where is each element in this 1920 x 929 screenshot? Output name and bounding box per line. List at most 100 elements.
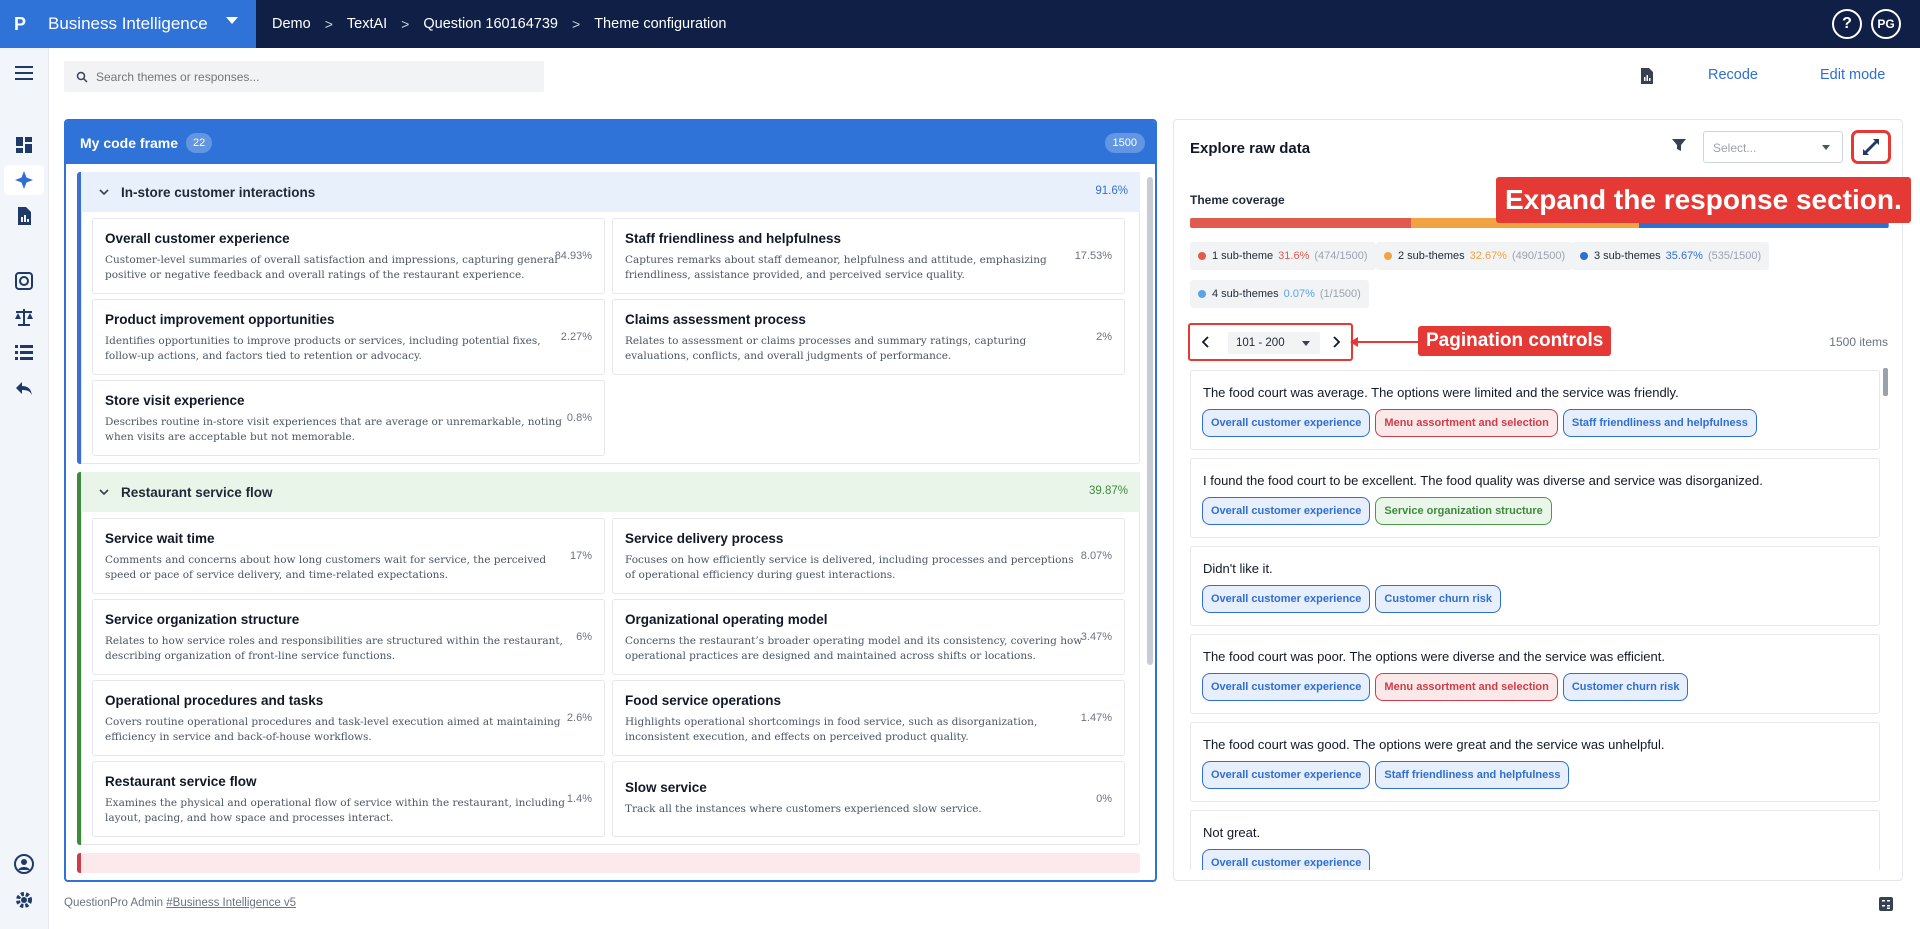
- chevron-left-icon[interactable]: [1200, 336, 1212, 348]
- response-tags: Overall customer experience: [1202, 849, 1375, 870]
- calculator-icon[interactable]: [1878, 896, 1894, 912]
- coverage-legend-chip[interactable]: 1 sub-theme 31.6% (474/1500): [1190, 242, 1376, 270]
- coverage-legend-chip[interactable]: 3 sub-themes 35.67% (535/1500): [1572, 242, 1770, 270]
- dashboard-icon[interactable]: [13, 134, 35, 156]
- coverage-legend-chip[interactable]: 2 sub-themes 32.67% (490/1500): [1376, 242, 1574, 270]
- theme-coverage-label: Theme coverage: [1190, 193, 1285, 207]
- sub-theme-card[interactable]: Operational procedures and tasks Covers r…: [92, 680, 605, 756]
- response-card[interactable]: The food court was poor. The options wer…: [1190, 634, 1880, 714]
- sub-theme-card[interactable]: Food service operations Highlights operat…: [612, 680, 1125, 756]
- sub-theme-card[interactable]: Service organization structure Relates to…: [92, 599, 605, 675]
- legend-dot: [1198, 290, 1206, 298]
- sub-theme-card[interactable]: Store visit experience Describes routine …: [92, 380, 605, 456]
- expand-button[interactable]: [1851, 130, 1891, 164]
- app-switcher[interactable]: P Business Intelligence: [0, 0, 256, 48]
- sub-theme-card[interactable]: Staff friendliness and helpfulness Captur…: [612, 218, 1125, 294]
- theme-group-title: Restaurant service flow: [121, 484, 273, 500]
- theme-tag[interactable]: Overall customer experience: [1202, 409, 1371, 437]
- caret-down-icon: [226, 17, 238, 24]
- user-avatar[interactable]: PG: [1871, 9, 1901, 39]
- theme-tag[interactable]: Menu assortment and selection: [1375, 673, 1558, 701]
- response-card[interactable]: Didn't like it. Overall customer experien…: [1190, 546, 1880, 626]
- sub-theme-title: Claims assessment process: [625, 312, 806, 327]
- chevron-right-icon: >: [401, 16, 410, 32]
- top-bar: P Business Intelligence Demo > TextAI > …: [0, 0, 1920, 48]
- legend-name: 1 sub-theme: [1212, 250, 1274, 262]
- legend-dot: [1580, 252, 1588, 260]
- code-frame-title: My code frame: [80, 134, 179, 151]
- theme-tag[interactable]: Overall customer experience: [1202, 849, 1371, 870]
- export-report-icon[interactable]: [1638, 67, 1656, 85]
- legend-fraction: (490/1500): [1511, 250, 1566, 262]
- filter-icon[interactable]: [1671, 137, 1687, 153]
- sub-theme-title: Service delivery process: [625, 531, 784, 546]
- theme-tag[interactable]: Overall customer experience: [1202, 585, 1371, 613]
- sub-theme-card[interactable]: Service wait time Comments and concerns a…: [92, 518, 605, 594]
- sub-theme-card[interactable]: Product improvement opportunities Identif…: [92, 299, 605, 375]
- response-card[interactable]: The food court was good. The options wer…: [1190, 722, 1880, 802]
- code-frame-scrollbar[interactable]: [1147, 177, 1153, 665]
- sub-theme-pct: 8.07%: [1080, 550, 1112, 562]
- response-card[interactable]: I found the food court to be excellent. …: [1190, 458, 1880, 538]
- response-text: Didn't like it.: [1203, 561, 1273, 576]
- sub-theme-card[interactable]: Organizational operating model Concerns t…: [612, 599, 1125, 675]
- reply-icon[interactable]: [13, 377, 35, 399]
- page-range-select[interactable]: 101 - 200: [1228, 332, 1320, 354]
- balance-scale-icon[interactable]: [13, 306, 35, 328]
- sub-theme-card[interactable]: Service delivery process Focuses on how e…: [612, 518, 1125, 594]
- coverage-legend-chip[interactable]: 4 sub-themes 0.07% (1/1500): [1190, 280, 1369, 308]
- sub-theme-card[interactable]: Slow service Track all the instances wher…: [612, 761, 1125, 837]
- edit-mode-button[interactable]: Edit mode: [1820, 67, 1885, 83]
- response-card[interactable]: The food court was average. The options …: [1190, 370, 1880, 450]
- theme-select[interactable]: Select...: [1703, 131, 1843, 163]
- response-list-scrollbar[interactable]: [1883, 368, 1888, 396]
- theme-tag[interactable]: Customer churn risk: [1375, 585, 1502, 613]
- sub-theme-title: Slow service: [625, 780, 707, 795]
- legend-fraction: (535/1500): [1707, 250, 1762, 262]
- theme-tag[interactable]: Staff friendliness and helpfulness: [1375, 761, 1570, 789]
- sub-theme-description: Concerns the restaurant’s broader operat…: [625, 635, 1083, 662]
- sub-theme-title: Store visit experience: [105, 393, 245, 408]
- recode-button[interactable]: Recode: [1708, 67, 1758, 83]
- response-text: The food court was good. The options wer…: [1203, 737, 1665, 752]
- textai-sparkle-icon[interactable]: [13, 169, 35, 191]
- hamburger-menu-icon[interactable]: [13, 62, 35, 84]
- response-card[interactable]: Not great. Overall customer experience: [1190, 810, 1880, 870]
- explore-raw-data-panel: Explore raw data Select... Theme coverag…: [1173, 119, 1903, 881]
- theme-group-header[interactable]: In-store customer interactions 91.6%: [81, 172, 1140, 212]
- settings-gear-icon[interactable]: [13, 889, 35, 911]
- report-icon[interactable]: [13, 205, 35, 227]
- theme-tag[interactable]: Overall customer experience: [1202, 761, 1371, 789]
- breadcrumb-demo[interactable]: Demo: [272, 16, 311, 32]
- sub-theme-title: Product improvement opportunities: [105, 312, 335, 327]
- theme-group-pct: 39.87%: [1088, 485, 1128, 497]
- analysis-icon[interactable]: [13, 270, 35, 292]
- theme-tag[interactable]: Service organization structure: [1375, 497, 1552, 525]
- theme-tag[interactable]: Menu assortment and selection: [1375, 409, 1558, 437]
- chevron-right-icon[interactable]: [1330, 336, 1342, 348]
- sub-theme-description: Relates to assessment or claims processe…: [625, 335, 1027, 362]
- theme-tag[interactable]: Staff friendliness and helpfulness: [1562, 409, 1757, 437]
- account-icon[interactable]: [13, 853, 35, 875]
- theme-group-header[interactable]: Restaurant service flow 39.87%: [81, 472, 1140, 512]
- theme-tag[interactable]: Overall customer experience: [1202, 673, 1371, 701]
- theme-tag[interactable]: Customer churn risk: [1562, 673, 1689, 701]
- sub-theme-pct: 2%: [1096, 331, 1112, 343]
- sub-theme-card[interactable]: Restaurant service flow Examines the phys…: [92, 761, 605, 837]
- list-icon[interactable]: [13, 341, 35, 363]
- sub-theme-pct: 84.93%: [554, 250, 592, 262]
- footer-link[interactable]: #Business Intelligence v5: [166, 897, 296, 909]
- theme-tag[interactable]: Overall customer experience: [1202, 497, 1371, 525]
- sub-theme-title: Organizational operating model: [625, 612, 828, 627]
- sub-theme-card[interactable]: Overall customer experience Customer-leve…: [92, 218, 605, 294]
- help-button[interactable]: ?: [1832, 9, 1862, 39]
- breadcrumb-current: Theme configuration: [594, 16, 727, 32]
- breadcrumb-textai[interactable]: TextAI: [347, 16, 387, 32]
- chevron-down-icon[interactable]: [99, 187, 109, 197]
- sub-theme-card[interactable]: Claims assessment process Relates to asse…: [612, 299, 1125, 375]
- search-input[interactable]: [96, 69, 516, 84]
- breadcrumb-question[interactable]: Question 160164739: [423, 16, 558, 32]
- sub-theme-pct: 1.4%: [566, 793, 592, 805]
- expand-callout: Expand the response section.: [1496, 177, 1911, 223]
- chevron-down-icon[interactable]: [99, 487, 109, 497]
